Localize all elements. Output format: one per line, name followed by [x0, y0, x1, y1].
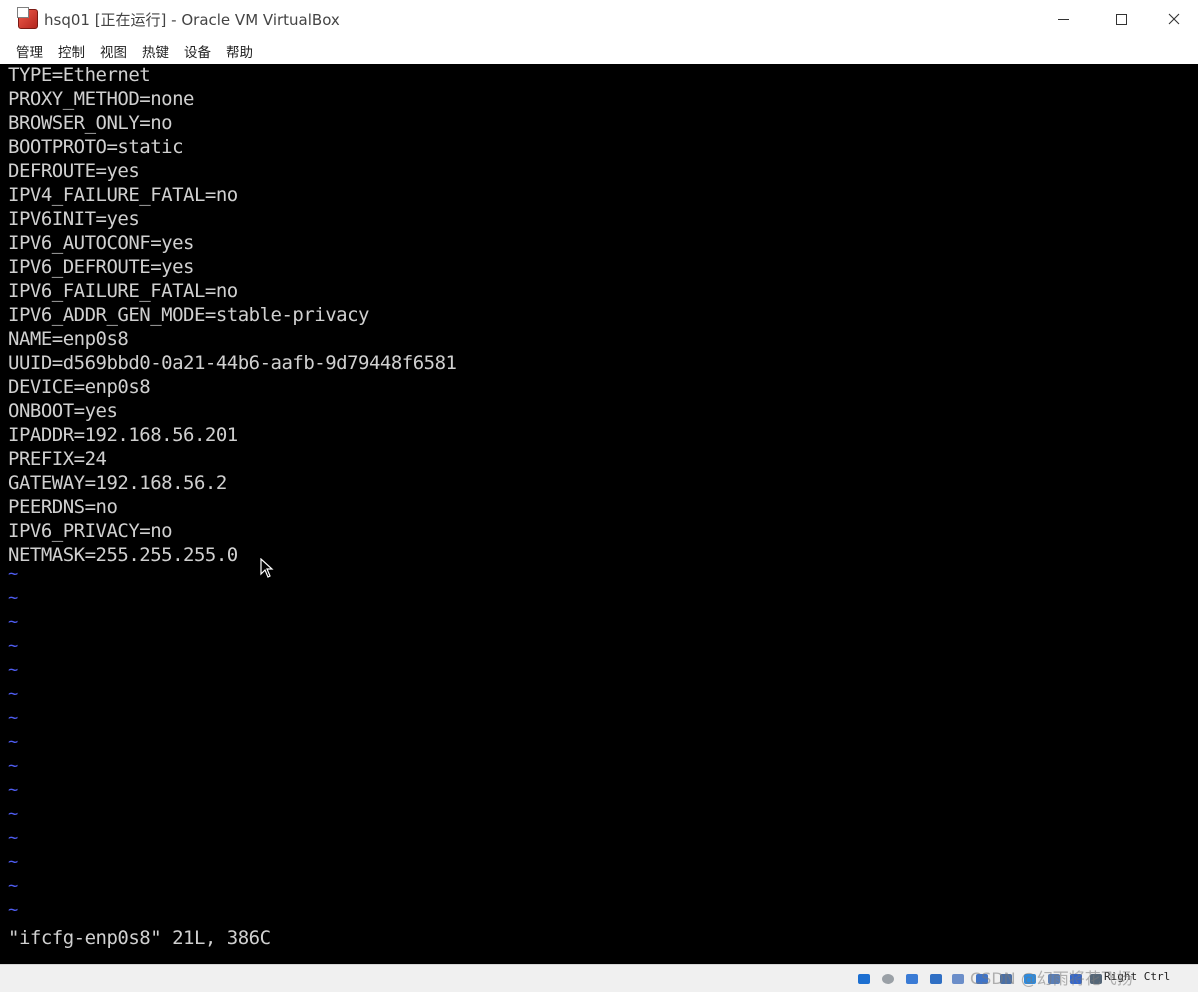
- menu-item-view[interactable]: 视图: [100, 41, 127, 61]
- empty-line-marker: ~: [8, 780, 19, 800]
- empty-line-marker: ~: [8, 564, 19, 584]
- hard-disk-icon[interactable]: [854, 969, 873, 988]
- config-line: NETMASK=255.255.255.0: [8, 544, 238, 566]
- csdn-watermark: CSDN @幻雨将花飞扬: [970, 969, 1133, 988]
- config-line: PREFIX=24: [8, 448, 107, 470]
- empty-line-marker: ~: [8, 828, 19, 848]
- config-line: IPV6_DEFROUTE=yes: [8, 256, 194, 278]
- maximize-button[interactable]: [1092, 0, 1150, 38]
- minimize-button[interactable]: [1034, 0, 1092, 38]
- config-line: PROXY_METHOD=none: [8, 88, 194, 110]
- menu-item-control[interactable]: 控制: [58, 41, 85, 61]
- vm-console-screen[interactable]: "ifcfg-enp0s8" 21L, 386C TYPE=Ethernet PR…: [0, 64, 1198, 964]
- config-line: BOOTPROTO=static: [8, 136, 184, 158]
- config-line: IPV6_FAILURE_FATAL=no: [8, 280, 238, 302]
- empty-line-marker: ~: [8, 900, 19, 920]
- menu-bar: 管理 控制 视图 热键 设备 帮助: [0, 38, 1198, 64]
- empty-line-marker: ~: [8, 852, 19, 872]
- maximize-icon: [1115, 13, 1127, 25]
- config-line: DEVICE=enp0s8: [8, 376, 151, 398]
- menu-item-hotkeys[interactable]: 热键: [142, 41, 169, 61]
- config-line: IPADDR=192.168.56.201: [8, 424, 238, 446]
- window-title: hsq01 [正在运行] - Oracle VM VirtualBox: [44, 11, 340, 29]
- menu-item-help[interactable]: 帮助: [226, 41, 253, 61]
- empty-line-marker: ~: [8, 708, 19, 728]
- config-line: IPV6INIT=yes: [8, 208, 140, 230]
- virtualbox-vm-icon: [17, 7, 38, 29]
- close-icon: [1168, 13, 1180, 25]
- audio-icon[interactable]: [902, 969, 921, 988]
- network-icon[interactable]: [926, 969, 945, 988]
- vi-status-line: "ifcfg-enp0s8" 21L, 386C: [8, 927, 271, 949]
- empty-line-marker: ~: [8, 732, 19, 752]
- empty-line-marker: ~: [8, 684, 19, 704]
- config-line: ONBOOT=yes: [8, 400, 118, 422]
- config-line: IPV6_ADDR_GEN_MODE=stable-privacy: [8, 304, 370, 326]
- minimize-icon: [1057, 18, 1069, 20]
- config-line: NAME=enp0s8: [8, 328, 129, 350]
- config-line: GATEWAY=192.168.56.2: [8, 472, 227, 494]
- empty-line-marker: ~: [8, 660, 19, 680]
- empty-line-marker: ~: [8, 876, 19, 896]
- empty-line-marker: ~: [8, 756, 19, 776]
- window-titlebar[interactable]: hsq01 [正在运行] - Oracle VM VirtualBox: [0, 0, 1198, 38]
- config-line: PEERDNS=no: [8, 496, 118, 518]
- optical-drive-icon[interactable]: [878, 969, 897, 988]
- empty-line-marker: ~: [8, 612, 19, 632]
- menu-item-devices[interactable]: 设备: [184, 41, 211, 61]
- menu-item-manage[interactable]: 管理: [16, 41, 43, 61]
- empty-line-marker: ~: [8, 636, 19, 656]
- config-line: UUID=d569bbd0-0a21-44b6-aafb-9d79448f658…: [8, 352, 457, 374]
- empty-line-marker: ~: [8, 588, 19, 608]
- config-line: TYPE=Ethernet: [8, 64, 151, 86]
- config-line: IPV6_AUTOCONF=yes: [8, 232, 194, 254]
- config-line: IPV6_PRIVACY=no: [8, 520, 173, 542]
- mouse-pointer-icon: [260, 558, 274, 578]
- config-line: DEFROUTE=yes: [8, 160, 140, 182]
- config-line: BROWSER_ONLY=no: [8, 112, 173, 134]
- config-line: IPV4_FAILURE_FATAL=no: [8, 184, 238, 206]
- usb-icon[interactable]: [948, 969, 967, 988]
- close-button[interactable]: [1150, 0, 1198, 38]
- empty-line-marker: ~: [8, 804, 19, 824]
